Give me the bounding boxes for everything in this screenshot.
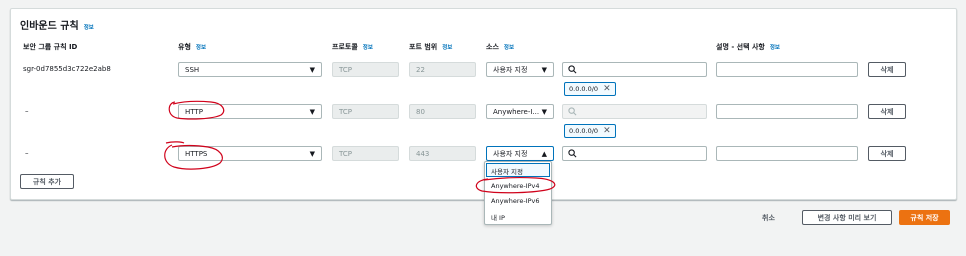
caret-down-icon: ▼	[309, 108, 315, 116]
header-type: 유형 정보	[178, 42, 206, 52]
search-icon	[568, 65, 577, 74]
source-select[interactable]: Anywhere-I... ▼	[486, 104, 554, 119]
header-protocol: 프로토콜 정보	[332, 42, 373, 52]
protocol-field: TCP	[332, 146, 399, 161]
option-my-ip[interactable]: 내 IP	[491, 212, 505, 222]
description-input[interactable]	[716, 104, 858, 119]
caret-down-icon: ▼	[541, 108, 547, 116]
protocol-info-link[interactable]: 정보	[363, 45, 373, 51]
annotation-circle-http	[168, 100, 225, 120]
description-input[interactable]	[716, 62, 858, 77]
rule-id: sgr-0d7855d3c722e2ab8	[23, 65, 111, 73]
header-protocol-label: 프로토콜	[332, 43, 358, 51]
port-info-link[interactable]: 정보	[442, 45, 452, 51]
caret-down-icon: ▼	[309, 150, 315, 158]
header-type-label: 유형	[178, 43, 191, 51]
rule-id: –	[25, 107, 29, 115]
caret-down-icon: ▼	[541, 66, 547, 74]
source-search-input[interactable]	[562, 146, 707, 161]
caret-down-icon: ▼	[309, 66, 315, 74]
delete-button[interactable]: 삭제	[868, 146, 906, 161]
header-description: 설명 - 선택 사항 정보	[716, 42, 780, 52]
header-desc-label: 설명 - 선택 사항	[716, 43, 765, 51]
port-range-field: 80	[409, 104, 476, 119]
search-icon	[568, 107, 577, 116]
protocol-field: TCP	[332, 62, 399, 77]
annotation-circle-https	[164, 141, 223, 170]
desc-info-link[interactable]: 정보	[770, 45, 780, 51]
option-custom[interactable]: 사용자 지정	[491, 166, 523, 176]
token-text: 0.0.0.0/0	[569, 127, 599, 135]
type-info-link[interactable]: 정보	[196, 45, 206, 51]
header-source-label: 소스	[486, 43, 499, 51]
port-range-field: 22	[409, 62, 476, 77]
source-value: Anywhere-I...	[493, 107, 540, 116]
description-input[interactable]	[716, 146, 858, 161]
header-port: 포트 범위 정보	[409, 42, 452, 52]
panel-title-text: 인바운드 규칙	[20, 21, 79, 32]
close-icon[interactable]: ✕	[603, 126, 611, 136]
cidr-token: 0.0.0.0/0 ✕	[564, 124, 616, 138]
type-value: SSH	[185, 65, 200, 74]
port-range-field: 443	[409, 146, 476, 161]
source-search-input-disabled	[562, 104, 707, 119]
source-search-input[interactable]	[562, 62, 707, 77]
search-icon	[568, 149, 577, 158]
delete-button[interactable]: 삭제	[868, 104, 906, 119]
token-text: 0.0.0.0/0	[569, 85, 599, 93]
source-value: 사용자 지정	[493, 149, 528, 158]
close-icon[interactable]: ✕	[603, 84, 611, 94]
delete-button[interactable]: 삭제	[868, 62, 906, 77]
cidr-token: 0.0.0.0/0 ✕	[564, 82, 616, 96]
preview-changes-button[interactable]: 변경 사항 미리 보기	[802, 210, 892, 225]
cancel-button[interactable]: 취소	[762, 213, 775, 223]
header-port-label: 포트 범위	[409, 43, 438, 51]
source-select-open[interactable]: 사용자 지정 ▲	[486, 146, 554, 161]
source-info-link[interactable]: 정보	[504, 45, 514, 51]
panel-title: 인바운드 규칙 정보	[20, 17, 94, 32]
source-value: 사용자 지정	[493, 65, 528, 74]
source-select[interactable]: 사용자 지정 ▼	[486, 62, 554, 77]
save-rules-button[interactable]: 규칙 저장	[899, 210, 950, 225]
caret-up-icon: ▲	[541, 150, 547, 158]
header-source: 소스 정보	[486, 42, 514, 52]
option-anywhere-ipv6[interactable]: Anywhere-IPv6	[491, 197, 540, 205]
annotation-circle-anywhere-ipv4	[475, 177, 556, 194]
rule-id: –	[25, 149, 29, 157]
type-select[interactable]: SSH ▼	[178, 62, 322, 77]
title-info-link[interactable]: 정보	[84, 25, 94, 31]
add-rule-button[interactable]: 규칙 추가	[20, 174, 74, 189]
protocol-field: TCP	[332, 104, 399, 119]
header-rule-id: 보안 그룹 규칙 ID	[23, 43, 78, 51]
